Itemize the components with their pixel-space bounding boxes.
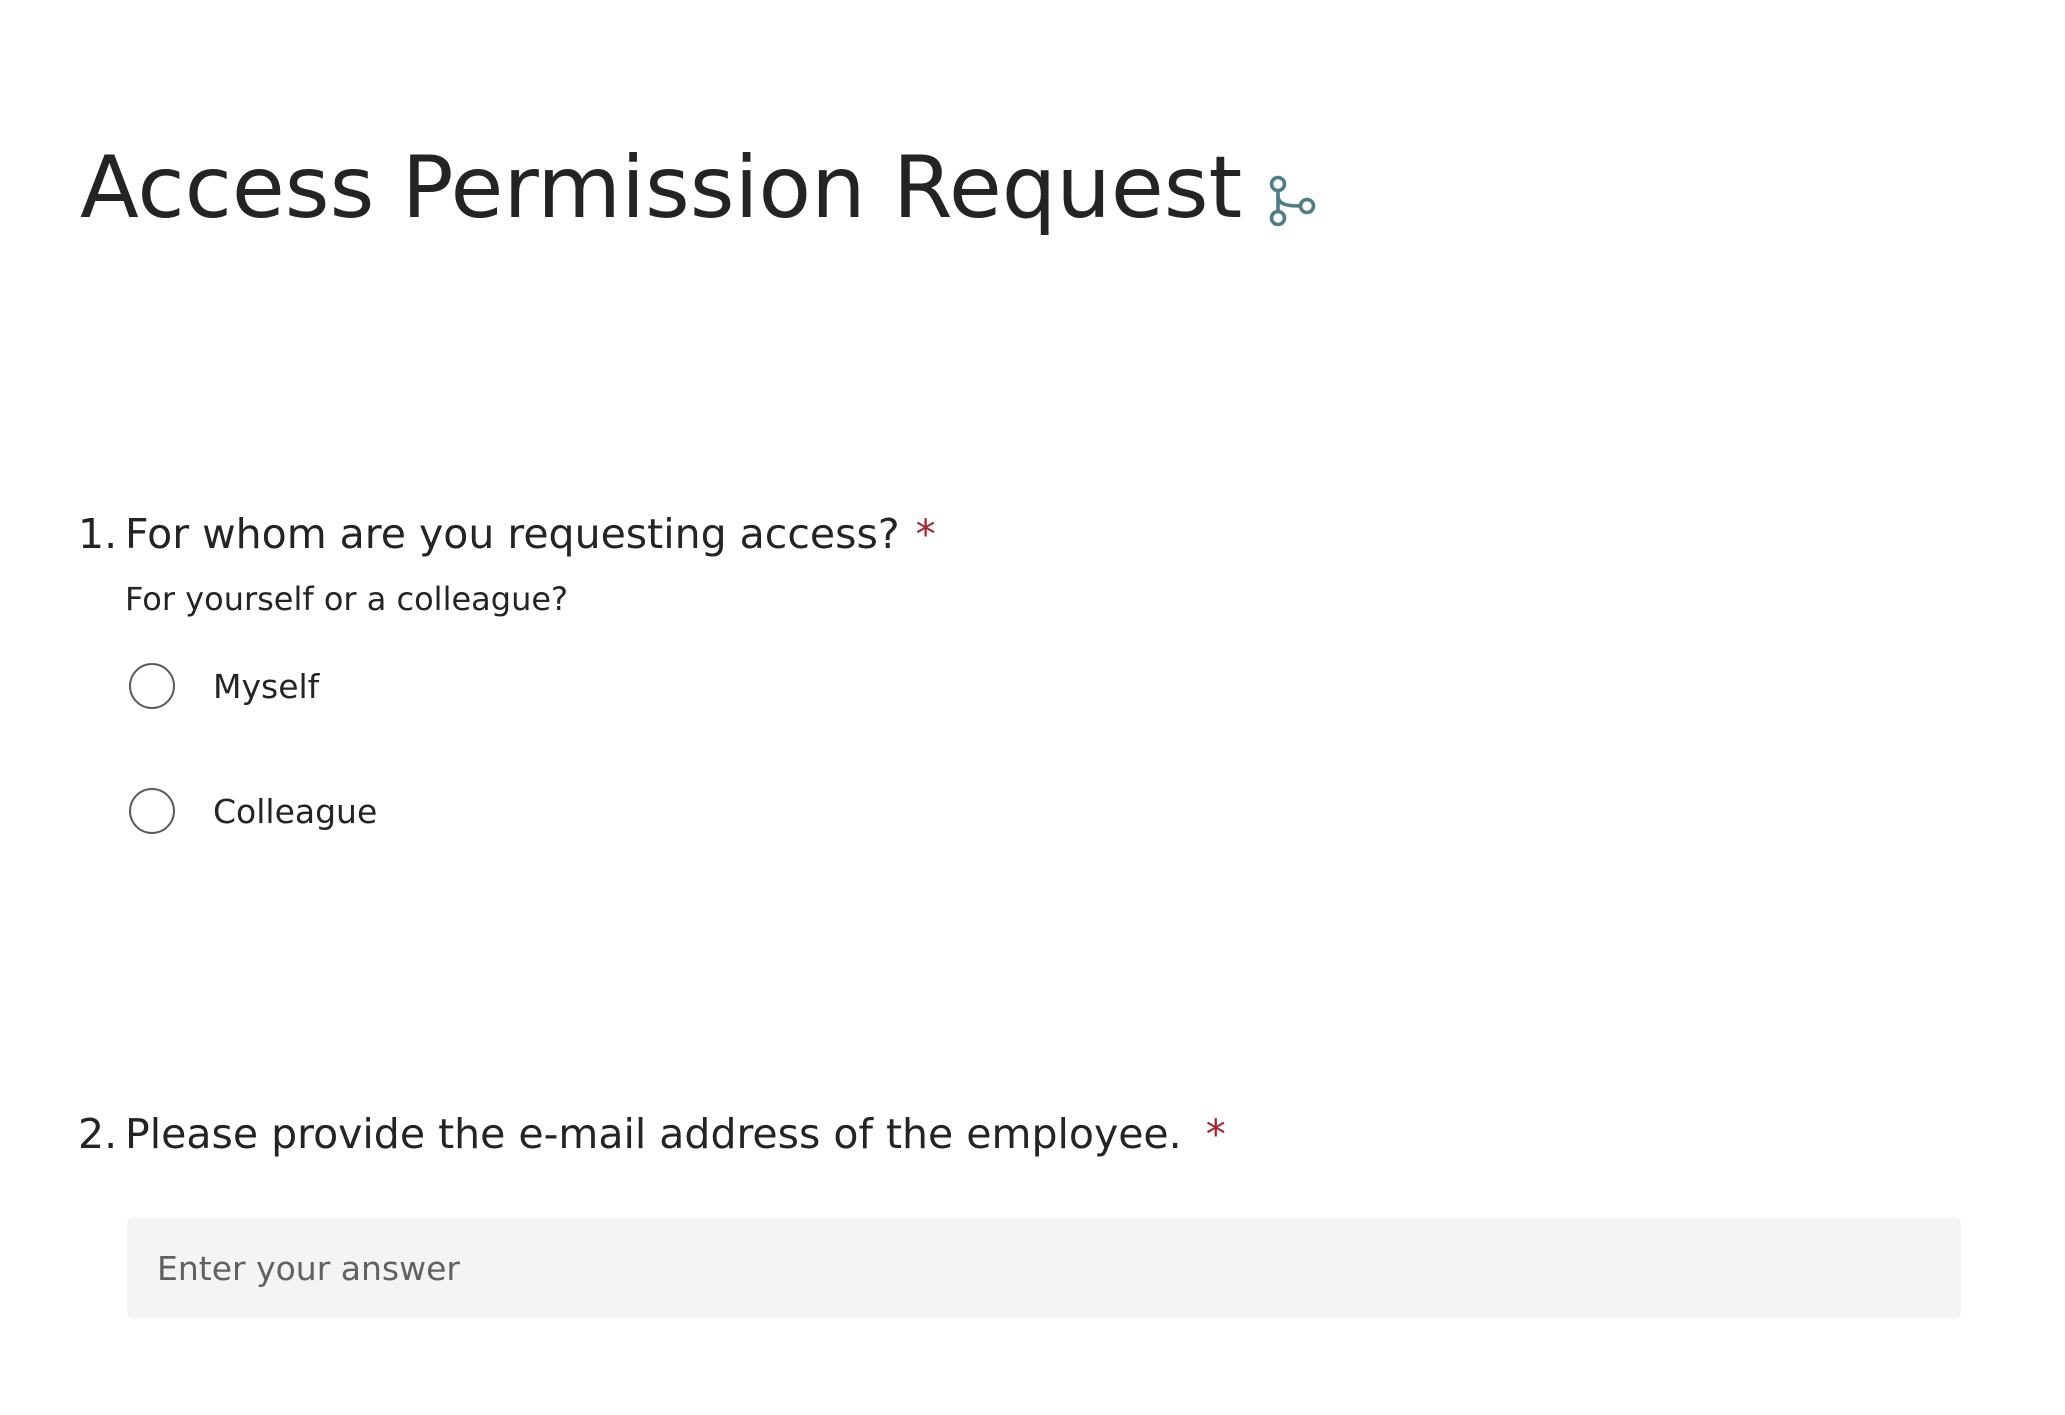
question-1: 1. For whom are you requesting access? *… bbox=[78, 510, 936, 910]
branching-icon bbox=[1268, 174, 1316, 228]
radio-option-label[interactable]: Myself bbox=[213, 667, 319, 706]
question-1-header: 1. For whom are you requesting access? * bbox=[78, 510, 936, 558]
radio-group: Myself Colleague bbox=[129, 660, 936, 837]
required-asterisk: * bbox=[915, 512, 936, 558]
question-2-header: 2. Please provide the e-mail address of … bbox=[78, 1110, 1226, 1158]
radio-button[interactable] bbox=[129, 788, 175, 834]
form-header: Access Permission Request bbox=[80, 145, 1316, 231]
radio-option-label[interactable]: Colleague bbox=[213, 792, 377, 831]
form-page: Access Permission Request 1. For whom ar… bbox=[0, 0, 2065, 1415]
radio-button[interactable] bbox=[129, 663, 175, 709]
radio-option-colleague[interactable]: Colleague bbox=[129, 785, 936, 837]
question-number: 1. bbox=[78, 510, 118, 558]
radio-option-myself[interactable]: Myself bbox=[129, 660, 936, 712]
question-number: 2. bbox=[78, 1110, 118, 1158]
required-asterisk: * bbox=[1205, 1112, 1226, 1158]
question-subtitle: For yourself or a colleague? bbox=[125, 580, 569, 618]
question-2: 2. Please provide the e-mail address of … bbox=[78, 1110, 1226, 1158]
email-answer-input[interactable] bbox=[127, 1218, 1961, 1318]
question-title: Please provide the e-mail address of the… bbox=[125, 1110, 1182, 1158]
form-title: Access Permission Request bbox=[80, 138, 1243, 238]
question-title: For whom are you requesting access? bbox=[125, 510, 900, 558]
